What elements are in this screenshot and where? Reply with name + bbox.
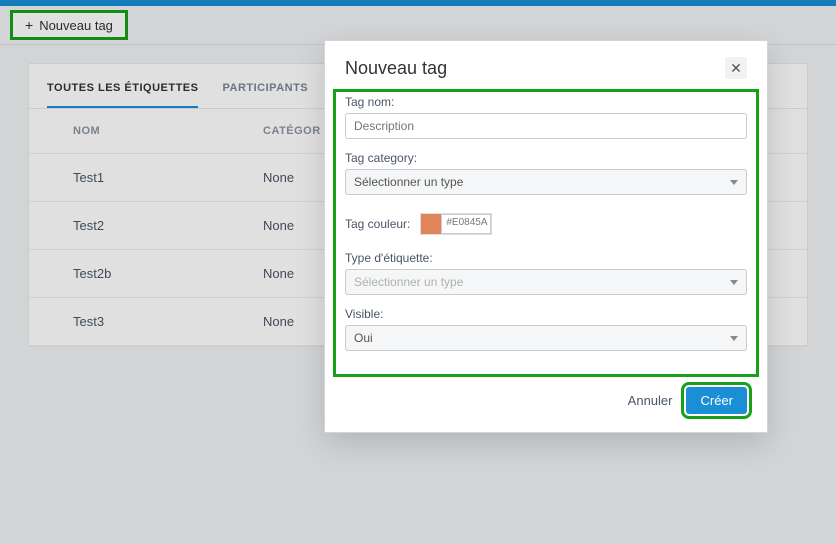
modal-footer: Annuler Créer (325, 375, 767, 432)
tag-category-value: Sélectionner un type (354, 175, 463, 189)
visible-label: Visible: (345, 307, 747, 321)
etiquette-label: Type d'étiquette: (345, 251, 747, 265)
field-tag-nom: Tag nom: (345, 95, 747, 139)
tag-category-label: Tag category: (345, 151, 747, 165)
color-swatch[interactable]: #E0845A (420, 213, 492, 235)
field-visible: Visible: Oui (345, 307, 747, 351)
etiquette-select[interactable]: Sélectionner un type (345, 269, 747, 295)
color-hex-value: #E0845A (441, 214, 491, 234)
create-button[interactable]: Créer (686, 387, 747, 414)
etiquette-value: Sélectionner un type (354, 275, 463, 289)
cancel-button[interactable]: Annuler (628, 393, 673, 408)
color-swatch-icon (421, 214, 441, 234)
new-tag-modal: Nouveau tag ✕ Tag nom: Tag category: Sél… (324, 40, 768, 433)
modal-body: Tag nom: Tag category: Sélectionner un t… (325, 87, 767, 375)
tag-nom-input[interactable] (345, 113, 747, 139)
field-tag-category: Tag category: Sélectionner un type (345, 151, 747, 195)
tag-nom-label: Tag nom: (345, 95, 747, 109)
visible-select[interactable]: Oui (345, 325, 747, 351)
close-icon: ✕ (730, 60, 742, 77)
modal-title: Nouveau tag (345, 58, 447, 79)
tag-category-select[interactable]: Sélectionner un type (345, 169, 747, 195)
chevron-down-icon (730, 336, 738, 341)
tag-color-label: Tag couleur: (345, 217, 410, 231)
field-tag-color: Tag couleur: #E0845A (345, 213, 747, 235)
visible-value: Oui (354, 331, 373, 345)
field-etiquette-type: Type d'étiquette: Sélectionner un type (345, 251, 747, 295)
chevron-down-icon (730, 180, 738, 185)
close-button[interactable]: ✕ (725, 57, 747, 79)
modal-header: Nouveau tag ✕ (325, 41, 767, 87)
chevron-down-icon (730, 280, 738, 285)
